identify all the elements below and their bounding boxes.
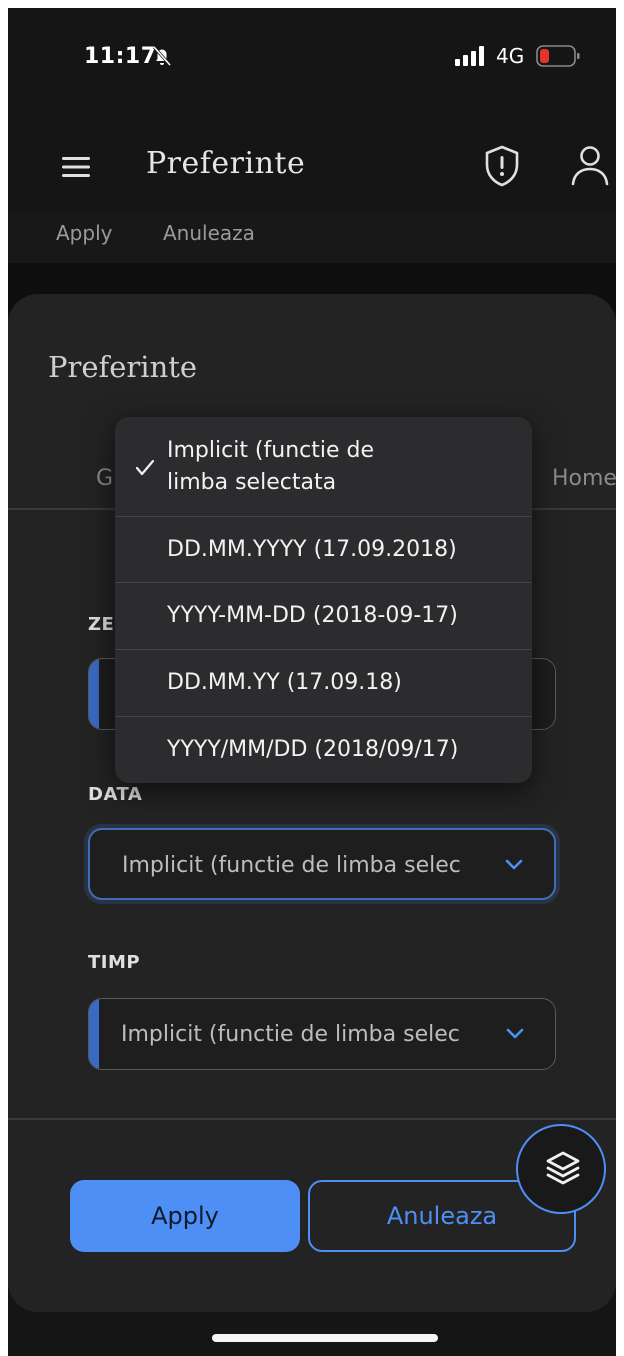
checkmark-icon	[135, 459, 155, 476]
layers-icon	[546, 1151, 580, 1185]
select-accent	[89, 999, 99, 1069]
dropdown-option[interactable]: DD.MM.YYYY (17.09.2018)	[115, 517, 532, 583]
footer-divider	[8, 1118, 616, 1120]
peek-apply-label: Apply	[56, 221, 113, 245]
zone-label: ZE	[88, 614, 115, 635]
date-format-select[interactable]: Implicit (functie de limba selec	[88, 828, 556, 900]
dropdown-option-label: YYYY-MM-DD (2018-09-17)	[167, 603, 458, 628]
chevron-down-icon	[506, 1028, 524, 1039]
sheet-title: Preferinte	[48, 350, 198, 384]
dropdown-option-label: DD.MM.YY (17.09.18)	[167, 670, 402, 695]
home-indicator[interactable]	[212, 1334, 438, 1342]
tab-general[interactable]: G	[96, 466, 113, 491]
peek-cancel-label: Anuleaza	[163, 221, 255, 245]
dropdown-option-label: Implicit (functie de	[167, 438, 375, 463]
apply-button[interactable]: Apply	[70, 1180, 300, 1252]
app-header: Preferinte	[8, 128, 616, 208]
status-bar: 11:17 4G	[8, 8, 616, 88]
signal-bars-icon	[455, 46, 484, 66]
dropdown-option-label: YYYY/MM/DD (2018/09/17)	[167, 737, 459, 762]
date-format-dropdown: Implicit (functie de limba selectata DD.…	[115, 417, 532, 783]
dropdown-option-label: DD.MM.YYYY (17.09.2018)	[167, 537, 457, 562]
date-label: DATA	[88, 784, 143, 805]
bell-slash-icon	[152, 46, 172, 66]
select-accent	[89, 659, 99, 729]
chevron-down-icon	[505, 859, 523, 870]
network-type: 4G	[496, 44, 525, 68]
time-label: TIMP	[88, 952, 141, 973]
dropdown-option-label-line2: limba selectata	[167, 470, 337, 495]
layers-button[interactable]	[516, 1124, 606, 1214]
dropdown-option[interactable]: Implicit (functie de limba selectata	[115, 417, 532, 517]
background-actions-peek: Apply Anuleaza	[8, 213, 616, 267]
user-icon[interactable]	[570, 142, 610, 190]
phone-screen: 11:17 4G Preferinte Apply Anuleaza Prefe…	[8, 8, 616, 1356]
dropdown-option[interactable]: YYYY/MM/DD (2018/09/17)	[115, 717, 532, 783]
dropdown-option[interactable]: DD.MM.YY (17.09.18)	[115, 650, 532, 717]
status-time: 11:17	[84, 44, 157, 69]
dropdown-option[interactable]: YYYY-MM-DD (2018-09-17)	[115, 583, 532, 650]
battery-low-icon	[536, 45, 580, 67]
page-title: Preferinte	[146, 146, 306, 181]
time-format-value: Implicit (functie de limba selec	[121, 1022, 460, 1047]
date-format-value: Implicit (functie de limba selec	[122, 853, 461, 878]
tab-home[interactable]: Home	[552, 466, 616, 491]
time-format-select[interactable]: Implicit (functie de limba selec	[88, 998, 556, 1070]
hamburger-menu-icon[interactable]	[58, 152, 94, 182]
shield-alert-icon[interactable]	[482, 144, 522, 188]
